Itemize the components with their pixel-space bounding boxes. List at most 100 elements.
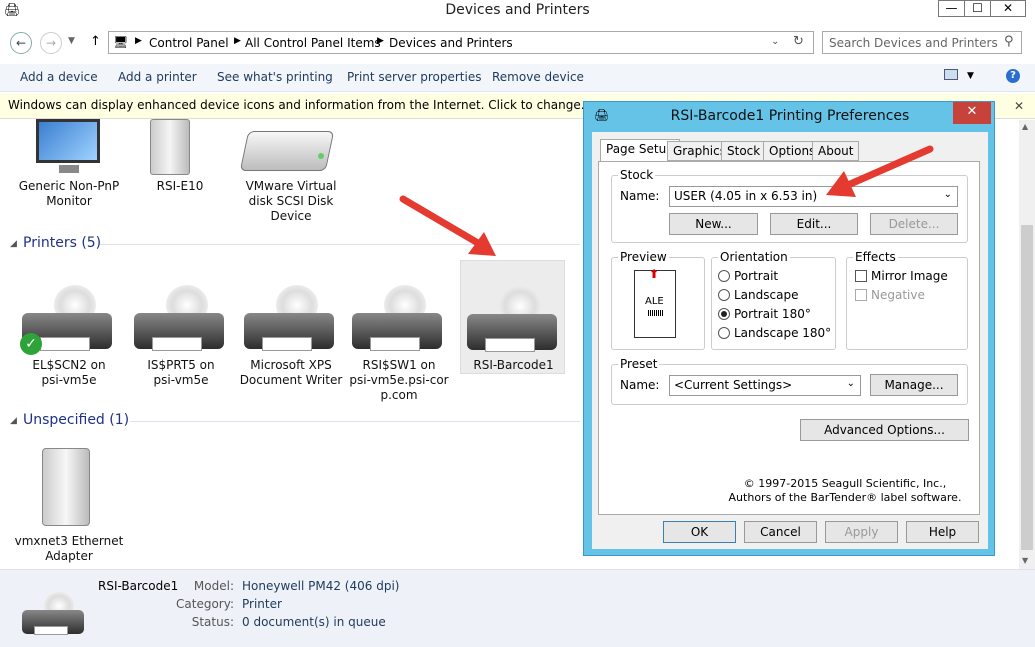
- printer-label: IS$PRT5 on psi-vm5e: [147, 358, 215, 387]
- close-button[interactable]: ✕: [990, 0, 1026, 17]
- landscape-radio[interactable]: [718, 289, 730, 301]
- unspecified-group-header[interactable]: Unspecified (1): [23, 412, 129, 428]
- orientation-group-label: Orientation: [718, 250, 790, 264]
- chevron-right-icon[interactable]: ▶: [135, 36, 142, 46]
- printers-group-header[interactable]: Printers (5): [23, 235, 101, 251]
- details-value: Honeywell PM42 (406 dpi): [242, 579, 400, 593]
- mirror-image-label[interactable]: Mirror Image: [871, 269, 948, 283]
- scrollbar[interactable]: ▲ ▼: [1019, 120, 1035, 569]
- cancel-button[interactable]: Cancel: [744, 521, 817, 543]
- details-value: Printer: [242, 597, 282, 611]
- breadcrumb-control-panel[interactable]: Control Panel: [149, 36, 229, 50]
- printer-icon: [244, 285, 334, 355]
- details-key: Status:: [191, 615, 234, 629]
- printer-icon: [467, 286, 557, 356]
- forward-arrow-icon[interactable]: →: [40, 32, 62, 54]
- tab-stock[interactable]: Stock: [721, 141, 767, 161]
- preset-name-select[interactable]: <Current Settings> ⌄: [669, 375, 861, 396]
- mirror-image-checkbox[interactable]: [855, 270, 867, 282]
- portrait-radio[interactable]: [718, 270, 730, 282]
- arrow-icon: [399, 195, 496, 256]
- collapse-icon[interactable]: ◢: [10, 416, 17, 426]
- effects-group-label: Effects: [853, 250, 898, 264]
- printer-label: EL$SCN2 on psi-vm5e: [32, 358, 106, 387]
- add-printer-button[interactable]: Add a printer: [118, 70, 197, 84]
- generic-monitor-device[interactable]: Generic Non-PnP Monitor: [14, 119, 124, 219]
- printer-label: Microsoft XPS Document Writer: [239, 358, 343, 387]
- negative-label[interactable]: Negative: [871, 288, 925, 302]
- stock-new-button[interactable]: New...: [669, 213, 758, 235]
- manage-button[interactable]: Manage...: [870, 374, 958, 396]
- device-label: VMware Virtual disk SCSI Disk Device: [245, 179, 337, 223]
- landscape-180-label[interactable]: Landscape 180°: [734, 326, 831, 340]
- up-arrow-icon[interactable]: ↑: [90, 34, 101, 49]
- chevron-down-icon[interactable]: ▼: [967, 71, 974, 81]
- printer-isprt5[interactable]: IS$PRT5 on psi-vm5e: [126, 285, 236, 395]
- maximize-button[interactable]: ☐: [964, 0, 991, 17]
- printer-rsisw1[interactable]: RSI$SW1 on psi-vm5e.psi-cor p.com: [344, 285, 454, 405]
- ok-button[interactable]: OK: [663, 521, 736, 543]
- advanced-options-button[interactable]: Advanced Options...: [800, 419, 969, 441]
- scroll-up-icon[interactable]: ▲: [1022, 122, 1028, 131]
- stock-group-label: Stock: [618, 168, 656, 182]
- see-printing-button[interactable]: See what's printing: [217, 70, 333, 84]
- details-value: 0 document(s) in queue: [242, 615, 386, 629]
- details-key: Model:: [193, 579, 234, 593]
- chevron-right-icon[interactable]: ▶: [377, 36, 384, 46]
- portrait-180-radio[interactable]: [718, 308, 730, 320]
- scroll-down-icon[interactable]: ▼: [1022, 556, 1028, 565]
- up-arrow-icon: ⬆: [649, 267, 660, 281]
- chevron-right-icon[interactable]: ▶: [234, 36, 241, 46]
- disk-drive-icon: [239, 131, 335, 171]
- printer-icon: [352, 285, 442, 355]
- search-input[interactable]: Search Devices and Printers: [822, 31, 1022, 54]
- landscape-180-radio[interactable]: [718, 327, 730, 339]
- printer-rsi-barcode1[interactable]: RSI-Barcode1: [460, 260, 565, 374]
- help-button[interactable]: Help: [906, 521, 979, 543]
- scrollbar-thumb[interactable]: [1021, 225, 1033, 550]
- details-key: Category:: [176, 597, 234, 611]
- preset-name-value: <Current Settings>: [674, 378, 793, 392]
- disk-led-icon: [318, 153, 324, 159]
- annotation-arrow-stock: [818, 143, 938, 203]
- vmware-disk-device[interactable]: VMware Virtual disk SCSI Disk Device: [236, 119, 346, 229]
- collapse-icon[interactable]: ◢: [10, 239, 17, 249]
- info-bar-text[interactable]: Windows can display enhanced device icon…: [8, 98, 592, 112]
- search-icon[interactable]: ⚲: [1004, 34, 1014, 49]
- printer-xps-writer[interactable]: Microsoft XPS Document Writer: [236, 285, 346, 395]
- printer-icon: [134, 285, 224, 355]
- print-server-properties-button[interactable]: Print server properties: [347, 70, 481, 84]
- barcode-icon: [648, 310, 664, 316]
- device-label: Generic Non-PnP Monitor: [18, 179, 120, 208]
- recent-dropdown-icon[interactable]: ▼: [68, 36, 75, 46]
- dialog-title: RSI-Barcode1 Printing Preferences: [670, 108, 910, 124]
- stock-edit-button[interactable]: Edit...: [770, 213, 858, 235]
- vmxnet3-device[interactable]: vmxnet3 Ethernet Adapter: [14, 448, 124, 563]
- copyright-line-2: Authors of the BarTender® label software…: [728, 491, 962, 504]
- dialog-close-button[interactable]: ✕: [953, 102, 991, 124]
- breadcrumb-devices-printers[interactable]: Devices and Printers: [389, 36, 513, 50]
- printer-label: RSI$SW1 on psi-vm5e.psi-cor p.com: [349, 358, 449, 402]
- refresh-icon[interactable]: ↻: [793, 34, 804, 49]
- remove-device-button[interactable]: Remove device: [492, 70, 584, 84]
- chevron-down-icon: ⌄: [943, 189, 952, 200]
- add-device-button[interactable]: Add a device: [20, 70, 98, 84]
- apply-button[interactable]: Apply: [825, 521, 898, 543]
- landscape-label[interactable]: Landscape: [734, 288, 798, 302]
- stock-delete-button[interactable]: Delete...: [870, 213, 958, 235]
- monitor-stand-icon: [59, 165, 79, 173]
- address-bar[interactable]: 🖥 ▶ Control Panel ▶ All Control Panel It…: [108, 31, 814, 54]
- minimize-button[interactable]: —: [938, 0, 965, 17]
- breadcrumb-all-items[interactable]: All Control Panel Items: [245, 36, 381, 50]
- printer-elscn2[interactable]: ✓ EL$SCN2 on psi-vm5e: [14, 285, 124, 395]
- portrait-label[interactable]: Portrait: [734, 269, 778, 283]
- negative-checkbox[interactable]: [855, 289, 867, 301]
- view-options-icon[interactable]: [944, 69, 958, 80]
- chevron-down-icon[interactable]: ⌄: [771, 36, 779, 47]
- rsi-e10-device[interactable]: RSI-E10: [130, 119, 230, 209]
- back-arrow-icon[interactable]: ←: [10, 32, 32, 54]
- stock-name-label: Name:: [620, 189, 660, 203]
- close-icon[interactable]: ✕: [1014, 99, 1024, 113]
- portrait-180-label[interactable]: Portrait 180°: [734, 307, 811, 321]
- help-icon[interactable]: ?: [1006, 69, 1020, 83]
